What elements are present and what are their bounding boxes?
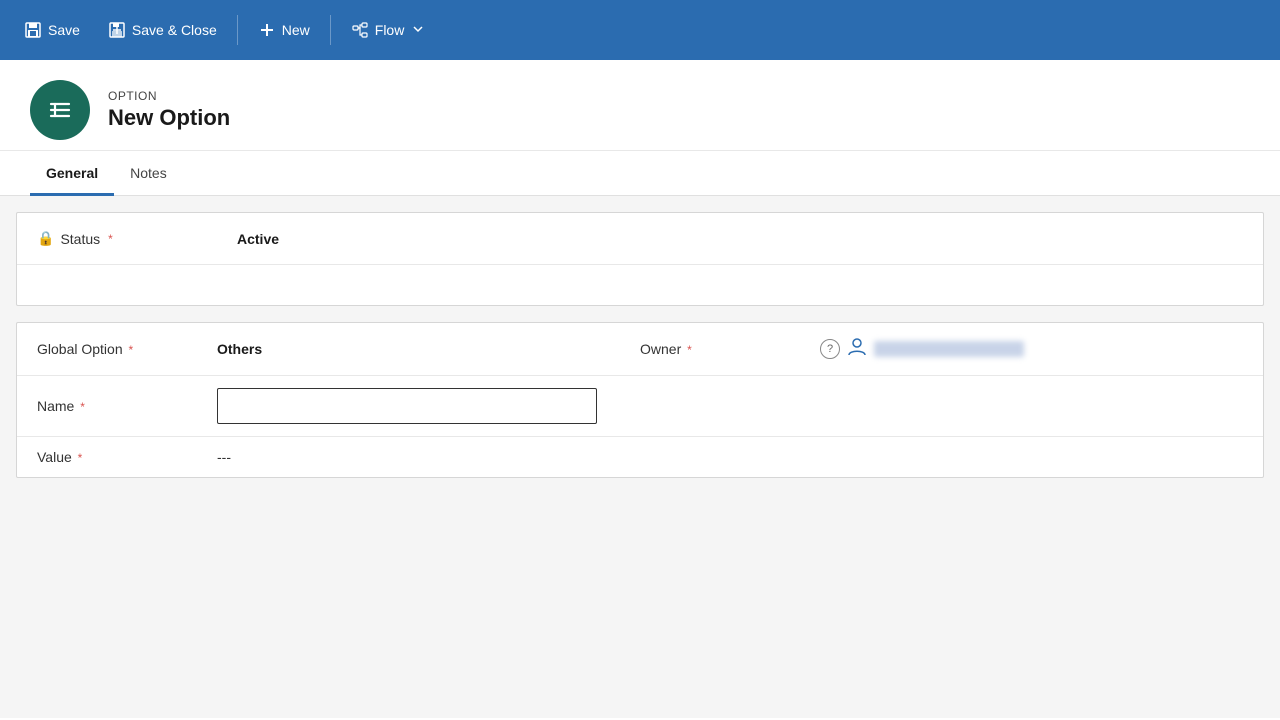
toolbar-divider-2 [330, 15, 331, 45]
content-area: 🔒 Status * Active Global Option * Others… [0, 196, 1280, 718]
global-option-required: * [129, 343, 134, 357]
owner-name [874, 341, 1024, 357]
details-section: Global Option * Others Owner * ? [16, 322, 1264, 478]
name-col: Name * [37, 388, 1243, 424]
value-col: Value * --- [37, 449, 1243, 465]
global-option-label-group: Global Option * [37, 341, 217, 357]
owner-col: Owner * ? [640, 335, 1243, 363]
save-close-label: Save & Close [132, 22, 217, 38]
name-row: Name * [17, 376, 1263, 437]
value-display: --- [217, 449, 231, 465]
name-label: Name [37, 398, 74, 414]
status-section: 🔒 Status * Active [16, 212, 1264, 306]
status-spacer [17, 265, 1263, 305]
value-label: Value [37, 449, 72, 465]
flow-label: Flow [375, 22, 405, 38]
save-icon [24, 21, 42, 39]
name-input[interactable] [217, 388, 597, 424]
new-label: New [282, 22, 310, 38]
flow-icon [351, 21, 369, 39]
global-option-owner-row: Global Option * Others Owner * ? [17, 323, 1263, 376]
save-label: Save [48, 22, 80, 38]
global-option-label: Global Option [37, 341, 123, 357]
status-value: Active [237, 231, 279, 247]
entity-type-label: OPTION [108, 89, 230, 103]
flow-chevron-icon [412, 22, 424, 38]
tabs-area: General Notes [0, 151, 1280, 196]
save-close-icon [108, 21, 126, 39]
value-label-group: Value * [37, 449, 217, 465]
global-option-col: Global Option * Others [37, 341, 640, 357]
global-option-value: Others [217, 341, 262, 357]
owner-label-group: Owner * [640, 341, 820, 357]
tab-general[interactable]: General [30, 151, 114, 196]
flow-button[interactable]: Flow [339, 15, 437, 45]
header-info: OPTION New Option [108, 89, 230, 131]
status-row: 🔒 Status * Active [17, 213, 1263, 265]
save-close-button[interactable]: Save & Close [96, 15, 229, 45]
status-label: Status [60, 231, 100, 247]
name-label-group: Name * [37, 398, 217, 414]
save-button[interactable]: Save [12, 15, 92, 45]
toolbar-divider-1 [237, 15, 238, 45]
owner-required: * [687, 343, 692, 357]
owner-person-icon [846, 335, 868, 363]
new-button[interactable]: New [246, 15, 322, 45]
new-icon [258, 21, 276, 39]
lock-icon: 🔒 [37, 230, 54, 247]
tab-notes[interactable]: Notes [114, 151, 183, 196]
owner-help-icon[interactable]: ? [820, 339, 840, 359]
owner-value-area: ? [820, 335, 1024, 363]
status-required: * [108, 232, 113, 246]
header-area: OPTION New Option [0, 60, 1280, 151]
status-label-group: 🔒 Status * [37, 230, 237, 247]
owner-label: Owner [640, 341, 681, 357]
toolbar: Save Save & Close New [0, 0, 1280, 60]
value-row: Value * --- [17, 437, 1263, 477]
value-required: * [78, 451, 83, 465]
name-required: * [80, 400, 85, 414]
entity-avatar [30, 80, 90, 140]
entity-title: New Option [108, 105, 230, 131]
